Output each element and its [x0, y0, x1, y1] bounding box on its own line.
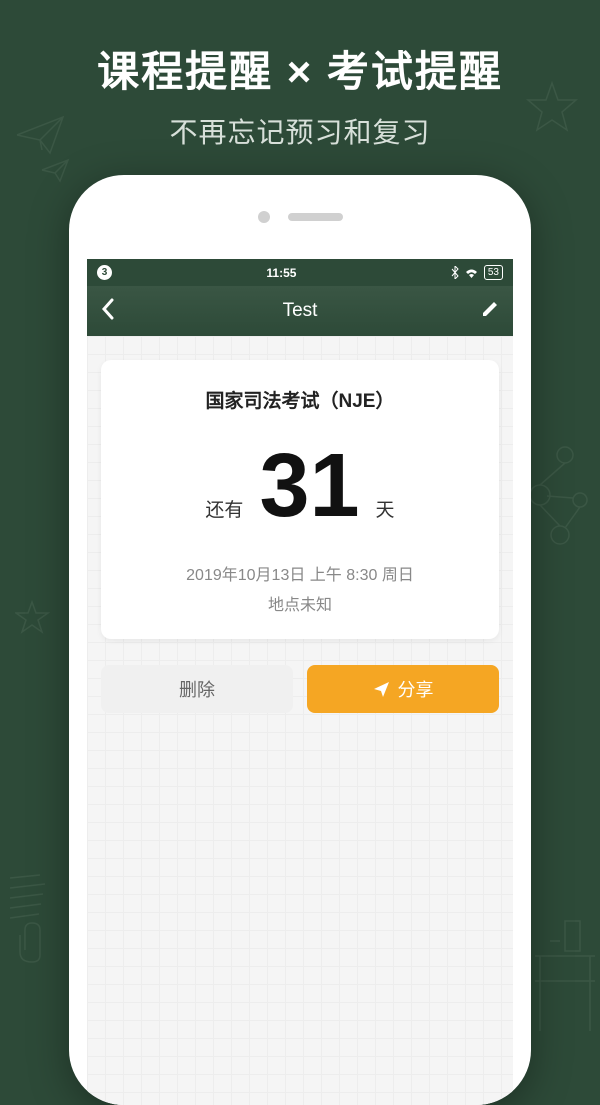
phone-speaker-icon: [288, 213, 343, 221]
bg-molecule-icon: [525, 440, 600, 550]
phone-hardware-top: [69, 175, 531, 259]
phone-camera-icon: [258, 211, 270, 223]
pencil-icon: [481, 300, 499, 318]
delete-button-label: 删除: [179, 676, 215, 702]
countdown-prefix: 还有: [205, 495, 243, 522]
bg-lines-icon: [5, 870, 50, 925]
edit-button[interactable]: [469, 300, 499, 323]
notification-badge: 3: [97, 265, 112, 280]
bg-star-small-icon: [15, 600, 50, 635]
bg-paperclip-icon: [15, 920, 50, 965]
countdown-suffix: 天: [376, 495, 395, 522]
paper-plane-icon: [373, 681, 390, 698]
chevron-left-icon: [101, 298, 114, 320]
page-title: Test: [283, 300, 318, 322]
promo-title: 课程提醒 × 考试提醒: [0, 0, 600, 99]
back-button[interactable]: [101, 296, 131, 327]
exam-location: 地点未知: [119, 591, 481, 615]
promo-subtitle: 不再忘记预习和复习: [0, 111, 600, 151]
countdown-card: 国家司法考试（NJE） 还有 31 天 2019年10月13日 上午 8:30 …: [101, 360, 499, 639]
wifi-icon: [464, 267, 479, 278]
phone-frame: 3 11:55 53 Test 国家司法考试（NJE）: [69, 175, 531, 1105]
battery-indicator: 53: [484, 265, 503, 280]
status-bar: 3 11:55 53: [87, 259, 513, 286]
action-buttons: 删除 分享: [101, 665, 499, 713]
exam-datetime: 2019年10月13日 上午 8:30 周日: [119, 561, 481, 585]
delete-button[interactable]: 删除: [101, 665, 293, 713]
share-button[interactable]: 分享: [307, 665, 499, 713]
phone-screen: 3 11:55 53 Test 国家司法考试（NJE）: [87, 259, 513, 1105]
bg-desk-icon: [530, 916, 600, 1036]
bg-star-icon: [525, 80, 580, 135]
countdown-row: 还有 31 天: [119, 441, 481, 531]
status-time: 11:55: [266, 266, 296, 280]
countdown-number: 31: [259, 441, 359, 531]
exam-name: 国家司法考试（NJE）: [119, 386, 481, 413]
share-button-label: 分享: [398, 676, 434, 702]
content-area: 国家司法考试（NJE） 还有 31 天 2019年10月13日 上午 8:30 …: [87, 336, 513, 1105]
bg-paper-plane-icon: [15, 115, 65, 155]
bg-paper-plane-small-icon: [40, 158, 70, 183]
navigation-bar: Test: [87, 286, 513, 336]
bluetooth-icon: [451, 266, 459, 279]
